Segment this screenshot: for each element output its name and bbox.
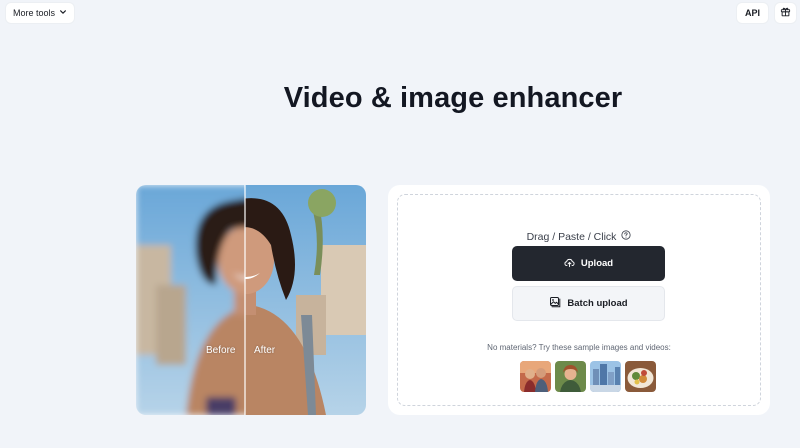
- sample-thumbnail[interactable]: [590, 361, 621, 392]
- sample-thumbnail[interactable]: [555, 361, 586, 392]
- batch-image-icon: [549, 296, 561, 311]
- upload-label: Upload: [580, 258, 614, 269]
- more-tools-label: More tools: [13, 8, 56, 18]
- more-tools-button[interactable]: More tools: [6, 3, 75, 23]
- chevron-down-icon: [59, 8, 67, 18]
- samples-text: No materials? Try these sample images an…: [487, 343, 671, 352]
- sample-thumbnail[interactable]: [520, 361, 551, 392]
- help-icon[interactable]: [621, 230, 632, 243]
- api-button[interactable]: API: [737, 3, 768, 23]
- upload-button[interactable]: Upload: [512, 246, 665, 281]
- gift-button[interactable]: [775, 3, 796, 23]
- batch-upload-button[interactable]: Batch upload: [512, 286, 665, 321]
- api-label: API: [744, 8, 760, 18]
- before-after-demo: Before After: [136, 185, 366, 415]
- before-label: Before: [206, 345, 236, 356]
- sample-thumbnails: [520, 361, 656, 392]
- demo-image: [136, 185, 366, 415]
- batch-upload-label: Batch upload: [567, 298, 628, 309]
- upload-card[interactable]: Drag / Paste / Click Upload Batch upload…: [388, 185, 770, 415]
- after-label: After: [254, 345, 276, 356]
- drop-zone[interactable]: Drag / Paste / Click Upload Batch upload…: [397, 194, 761, 406]
- drag-text: Drag / Paste / Click: [526, 230, 617, 243]
- gift-icon: [780, 4, 791, 22]
- cloud-upload-icon: [564, 257, 575, 271]
- page-title: Video & image enhancer: [283, 82, 623, 114]
- sample-thumbnail[interactable]: [625, 361, 656, 392]
- drag-instructions: Drag / Paste / Click: [398, 230, 760, 243]
